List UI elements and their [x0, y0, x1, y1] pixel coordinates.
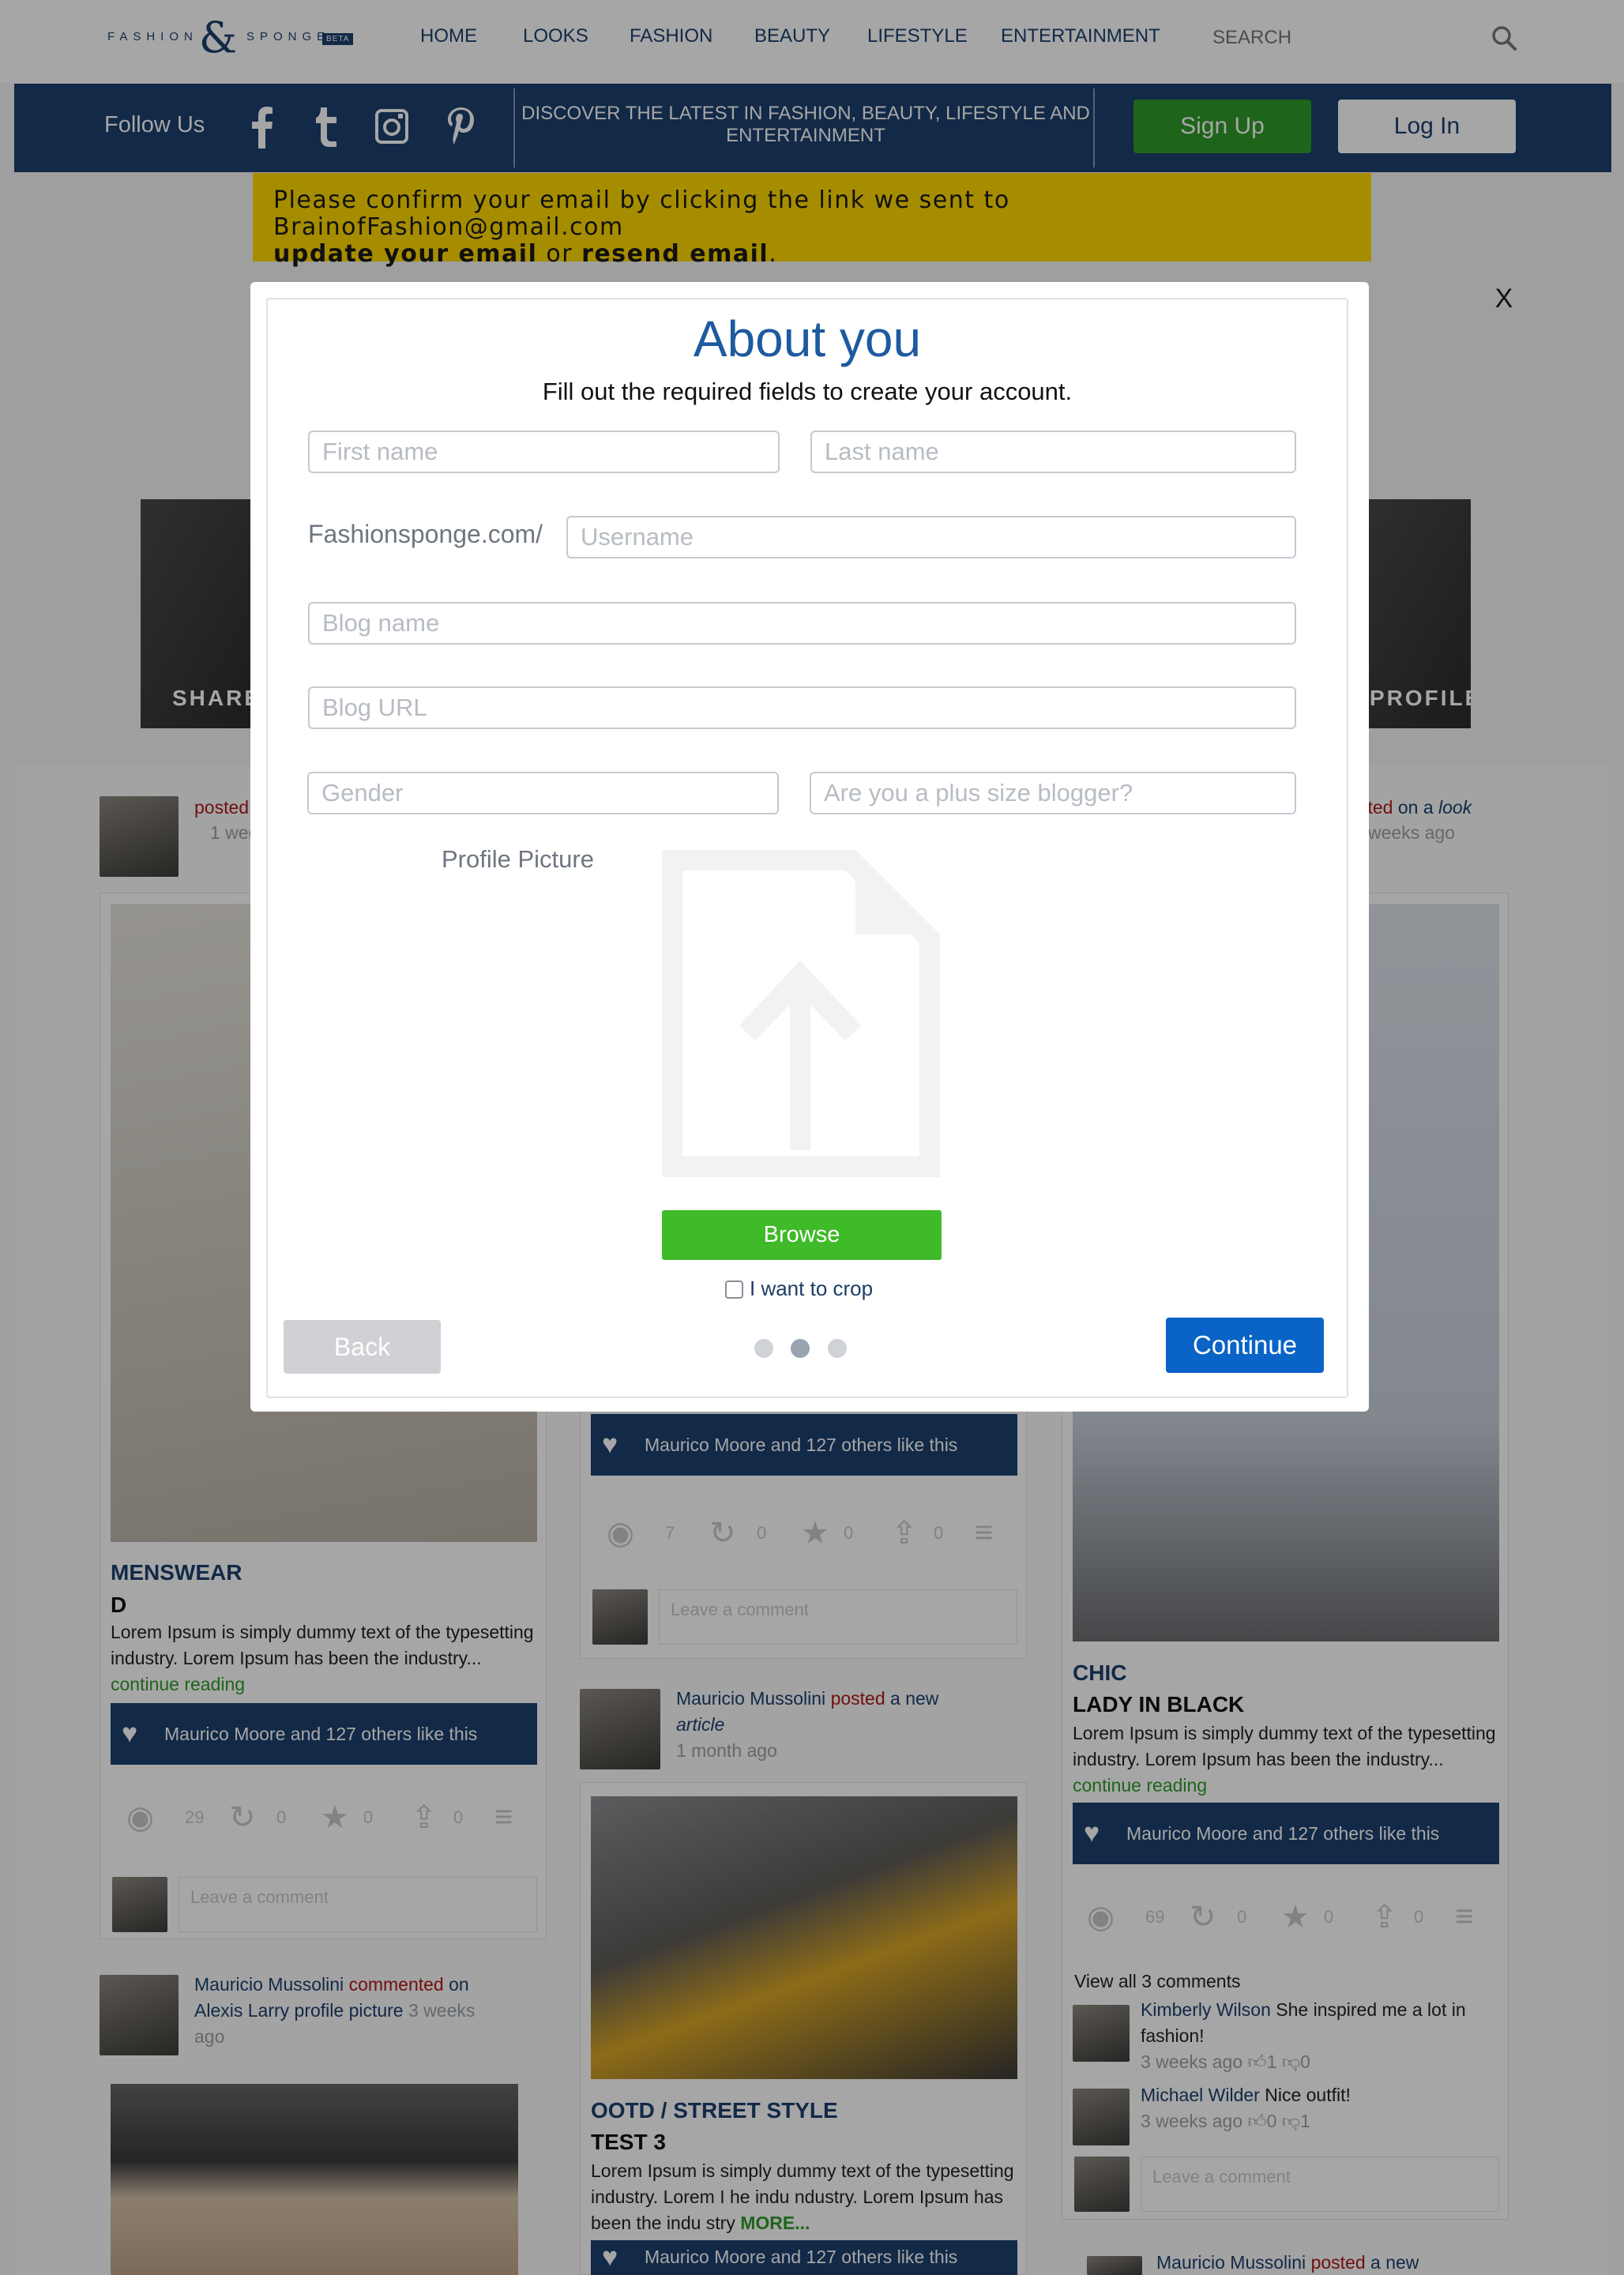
back-button[interactable]: Back [284, 1320, 441, 1374]
continue-button[interactable]: Continue [1166, 1318, 1324, 1373]
blog-name-field[interactable]: Blog name [308, 602, 1296, 645]
gender-select[interactable]: Gender [307, 772, 779, 814]
step-indicator-2 [791, 1339, 810, 1358]
modal-subtitle: Fill out the required fields to create y… [542, 378, 1073, 405]
profile-url-prefix: Fashionsponge.com/ [308, 520, 543, 548]
crop-label[interactable]: I want to crop [750, 1277, 873, 1301]
step-indicator-3 [828, 1339, 847, 1358]
blog-url-field[interactable]: Blog URL [308, 686, 1296, 729]
browse-button[interactable]: Browse [662, 1210, 942, 1260]
step-indicator-1 [754, 1339, 773, 1358]
close-button[interactable]: X [1488, 281, 1520, 316]
modal-title: About you [693, 310, 922, 367]
file-upload-icon [662, 850, 940, 1177]
first-name-field[interactable]: First name [308, 431, 780, 473]
crop-checkbox[interactable] [725, 1280, 743, 1299]
plus-size-select[interactable]: Are you a plus size blogger? [810, 772, 1296, 814]
profile-picture-label: Profile Picture [442, 845, 594, 873]
last-name-field[interactable]: Last name [810, 431, 1296, 473]
username-field[interactable]: Username [566, 516, 1296, 558]
